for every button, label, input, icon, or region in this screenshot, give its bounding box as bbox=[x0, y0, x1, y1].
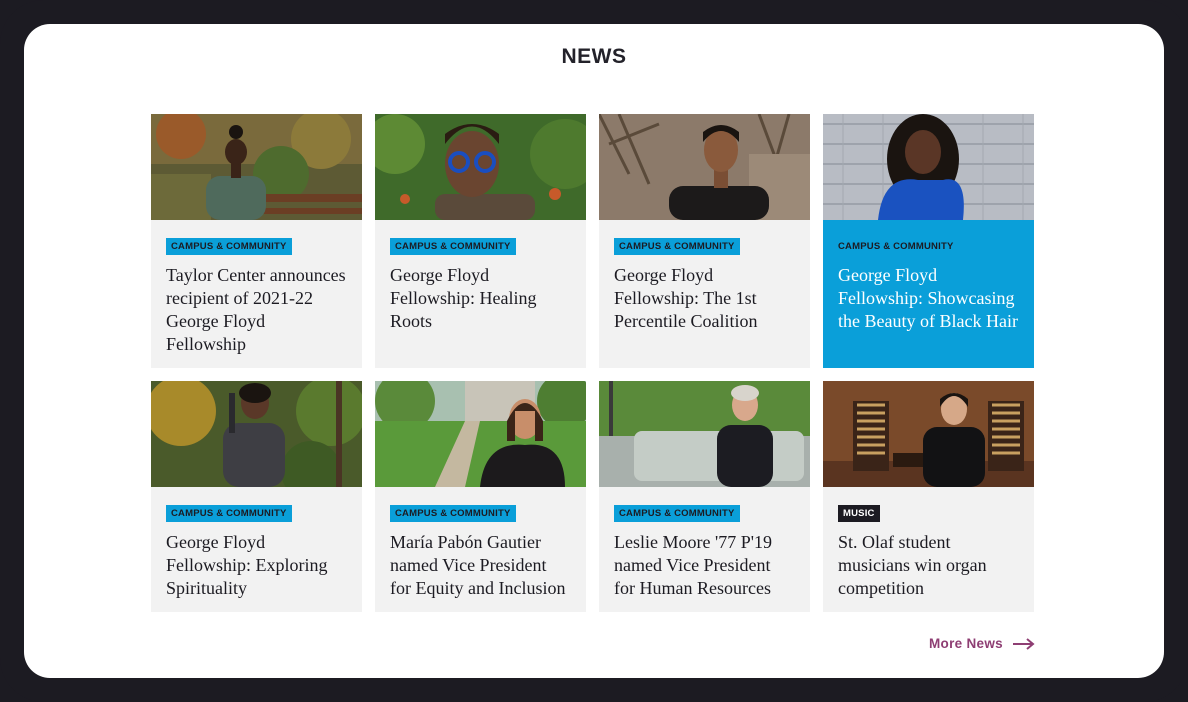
device-frame: NEWS CAMPUS & COMMUNITY Taylor Center an… bbox=[0, 0, 1188, 702]
more-news-label: More News bbox=[929, 636, 1003, 651]
article-image bbox=[599, 381, 810, 487]
article-headline[interactable]: María Pabón Gautier named Vice President… bbox=[390, 531, 571, 600]
category-tag[interactable]: CAMPUS & COMMUNITY bbox=[390, 505, 516, 522]
article-headline[interactable]: St. Olaf student musicians win organ com… bbox=[838, 531, 1019, 600]
article-headline[interactable]: George Floyd Fellowship: The 1st Percent… bbox=[614, 264, 795, 333]
news-card[interactable]: CAMPUS & COMMUNITY Taylor Center announc… bbox=[151, 114, 362, 368]
news-card[interactable]: CAMPUS & COMMUNITY Leslie Moore '77 P'19… bbox=[599, 381, 810, 612]
category-tag[interactable]: MUSIC bbox=[838, 505, 880, 522]
article-headline[interactable]: George Floyd Fellowship: Healing Roots bbox=[390, 264, 571, 333]
news-grid: CAMPUS & COMMUNITY Taylor Center announc… bbox=[151, 114, 1034, 612]
news-card-active[interactable]: CAMPUS & COMMUNITY George Floyd Fellowsh… bbox=[823, 114, 1034, 368]
news-card[interactable]: CAMPUS & COMMUNITY George Floyd Fellowsh… bbox=[151, 381, 362, 612]
category-tag[interactable]: CAMPUS & COMMUNITY bbox=[838, 238, 959, 255]
article-image bbox=[823, 114, 1034, 220]
category-tag[interactable]: CAMPUS & COMMUNITY bbox=[166, 505, 292, 522]
news-card[interactable]: CAMPUS & COMMUNITY George Floyd Fellowsh… bbox=[375, 114, 586, 368]
news-card[interactable]: MUSIC St. Olaf student musicians win org… bbox=[823, 381, 1034, 612]
category-tag[interactable]: CAMPUS & COMMUNITY bbox=[166, 238, 292, 255]
article-image bbox=[375, 381, 586, 487]
category-tag[interactable]: CAMPUS & COMMUNITY bbox=[614, 505, 740, 522]
article-image bbox=[599, 114, 810, 220]
article-headline[interactable]: George Floyd Fellowship: Showcasing the … bbox=[838, 264, 1019, 333]
more-news-link[interactable]: More News bbox=[929, 636, 1035, 651]
section-title: NEWS bbox=[561, 45, 627, 68]
article-image bbox=[151, 381, 362, 487]
category-tag[interactable]: CAMPUS & COMMUNITY bbox=[390, 238, 516, 255]
article-headline[interactable]: Leslie Moore '77 P'19 named Vice Preside… bbox=[614, 531, 795, 600]
article-image bbox=[151, 114, 362, 220]
arrow-right-icon bbox=[1012, 637, 1035, 650]
category-tag[interactable]: CAMPUS & COMMUNITY bbox=[614, 238, 740, 255]
news-card[interactable]: CAMPUS & COMMUNITY George Floyd Fellowsh… bbox=[599, 114, 810, 368]
browser-viewport: NEWS CAMPUS & COMMUNITY Taylor Center an… bbox=[24, 24, 1164, 678]
article-headline[interactable]: Taylor Center announces recipient of 202… bbox=[166, 264, 347, 356]
article-image bbox=[823, 381, 1034, 487]
article-image bbox=[375, 114, 586, 220]
article-headline[interactable]: George Floyd Fellowship: Exploring Spiri… bbox=[166, 531, 347, 600]
news-card[interactable]: CAMPUS & COMMUNITY María Pabón Gautier n… bbox=[375, 381, 586, 612]
